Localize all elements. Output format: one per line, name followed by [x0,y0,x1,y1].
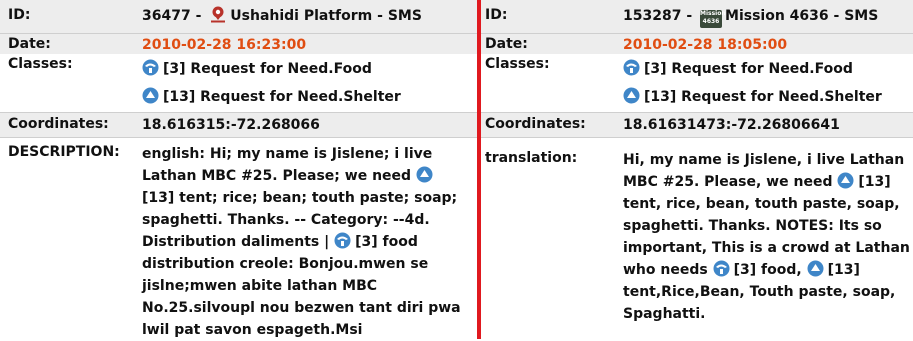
text-line: Spaghatti. [623,306,706,322]
text-fragment: [13] [827,262,860,278]
logo-text: 4636 [702,18,720,25]
mission-4636-logo-icon: Mission 4636 [700,10,726,28]
translation-text: Hi, my name is Jislene, i live Lathan MB… [623,149,910,325]
category-globe-icon[interactable] [334,232,351,249]
coordinates-value: 18.616315:-72.268066 [142,117,320,133]
category-globe-icon[interactable] [837,172,854,189]
category-globe-icon[interactable] [807,260,824,277]
report-id: 153287 [623,8,682,24]
text-line: MBC #25. Please, we need [13] [623,171,909,193]
text-fragment: MBC #25. Please, we need [623,174,833,190]
class-label: [13] Request for Need.Shelter [644,89,882,105]
text-line: No.25.silvoupl nou bezwen tant diri pwa [142,300,461,316]
date-label: Date: [8,36,51,52]
classes-label: Classes: [485,56,550,72]
report-date: 2010-02-28 16:23:00 [142,37,307,53]
text-fragment: who needs [623,262,708,278]
text-line: lwil pat savon espageth.Msi [142,322,363,338]
text-line: Distribution daliments | [3] food [142,231,473,253]
text-line: tent,Rice,Bean, Touth paste, soap, [623,284,896,300]
classes-row: Classes: [3] Request for Need.Food [13] … [0,54,477,110]
class-item[interactable]: [13] Request for Need.Shelter [142,86,473,108]
description-label: DESCRIPTION: [8,144,120,160]
class-label: [13] Request for Need.Shelter [163,89,401,105]
text-fragment: Distribution daliments | [142,234,330,250]
date-label: Date: [485,36,528,52]
class-label: [3] Request for Need.Food [163,61,372,77]
description-row: DESCRIPTION: english: Hi; my name is Jis… [0,138,477,339]
coordinates-label: Coordinates: [8,116,109,132]
text-line: jislne;mwen abite lathan MBC [142,278,378,294]
logo-text: Mission [700,10,726,17]
report-source: Ushahidi Platform - SMS [230,8,422,24]
text-line: english: Hi; my name is Jislene; i live [142,146,433,162]
id-row: ID: 36477 - Ushahidi Platform - SMS [0,0,477,33]
coordinates-row: Coordinates: 18.61631473:-72.26806641 [481,113,913,137]
report-source: Mission 4636 - SMS [725,8,879,24]
text-line: distribution creole: Bonjou.mwen se [142,256,429,272]
text-fragment: [3] food, [733,262,802,278]
id-value: 36477 - Ushahidi Platform - SMS [142,5,473,27]
text-line: important, This is a crowd at Lathan [623,240,910,256]
classes-list: [3] Request for Need.Food [13] Request f… [142,56,473,108]
category-globe-icon [142,87,159,104]
coordinates-row: Coordinates: 18.616315:-72.268066 [0,113,477,137]
class-label: [3] Request for Need.Food [644,61,853,77]
date-row: Date: 2010-02-28 16:23:00 [0,34,477,54]
report-date: 2010-02-28 18:05:00 [623,37,788,53]
class-item[interactable]: [3] Request for Need.Food [142,56,473,86]
category-globe-icon [142,59,159,76]
class-item[interactable]: [13] Request for Need.Shelter [623,86,909,108]
classes-row: Classes: [3] Request for Need.Food [13] … [481,54,913,110]
id-label: ID: [8,7,31,23]
ushahidi-logo-icon [209,5,227,23]
text-line: spaghetti. Thanks. -- Category: --4d. [142,212,430,228]
coordinates-label: Coordinates: [485,116,586,132]
text-line: [13] tent; rice; bean; touth paste; soap… [142,190,458,206]
report-id: 36477 [142,8,191,24]
text-line: Lathan MBC #25. Please; we need [142,165,473,187]
text-line: who needs [3] food, [13] [623,259,909,281]
id-row: ID: 153287 - Mission 4636 Mission 4636 - S… [481,0,913,33]
category-globe-icon[interactable] [713,260,730,277]
category-globe-icon[interactable] [416,166,433,183]
category-globe-icon [623,87,640,104]
id-label: ID: [485,7,508,23]
id-separator: - [190,8,207,24]
text-fragment: Lathan MBC #25. Please; we need [142,168,412,184]
id-value: 153287 - Mission 4636 Mission 4636 - SMS [623,5,909,28]
class-item[interactable]: [3] Request for Need.Food [623,56,909,86]
translation-label: translation: [485,150,578,166]
text-line: tent, rice, bean, touth paste, soap, [623,196,900,212]
date-row: Date: 2010-02-28 18:05:00 [481,34,913,54]
text-fragment: [13] [858,174,891,190]
translation-row: translation: Hi, my name is Jislene, i l… [481,138,913,339]
coordinates-value: 18.61631473:-72.26806641 [623,117,840,133]
text-line: Hi, my name is Jislene, i live Lathan [623,152,905,168]
category-globe-icon [623,59,640,76]
text-line: spaghetti. Thanks. NOTES: Its so [623,218,882,234]
id-separator: - [681,8,698,24]
classes-list: [3] Request for Need.Food [13] Request f… [623,56,909,108]
classes-label: Classes: [8,56,73,72]
text-fragment: [3] food [355,234,418,250]
description-text: english: Hi; my name is Jislene; i live … [142,143,473,341]
